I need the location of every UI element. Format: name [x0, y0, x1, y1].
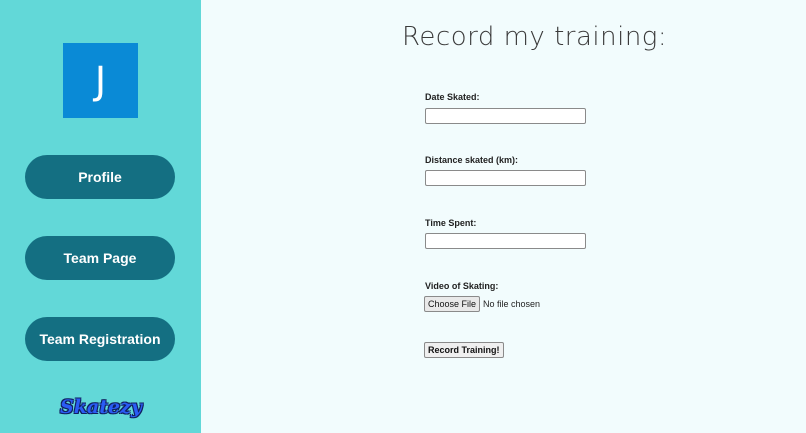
choose-file-button[interactable]: Choose File — [424, 296, 481, 312]
time-spent-label: Time Spent: — [425, 218, 477, 228]
date-skated-input[interactable] — [425, 108, 586, 124]
app-window: J Profile Team Page Team Registration Sk… — [0, 0, 806, 433]
record-training-button[interactable]: Record Training! — [424, 342, 504, 358]
page-title: Record my training: — [402, 22, 668, 52]
avatar[interactable]: J — [63, 43, 138, 118]
app-logo[interactable]: Skatezy — [60, 396, 142, 418]
sidebar: J Profile Team Page Team Registration Sk… — [0, 0, 201, 433]
video-of-skating-label: Video of Skating: — [425, 281, 499, 291]
time-spent-input[interactable] — [425, 233, 586, 249]
date-skated-label: Date Skated: — [425, 92, 480, 102]
team-registration-button[interactable]: Team Registration — [25, 317, 175, 361]
distance-skated-input[interactable] — [425, 170, 586, 186]
file-status-text: No file chosen — [483, 299, 541, 309]
file-upload-field: Choose File No file chosen — [424, 296, 540, 312]
distance-skated-label: Distance skated (km): — [425, 155, 519, 165]
team-page-button[interactable]: Team Page — [25, 236, 175, 280]
profile-button[interactable]: Profile — [25, 155, 175, 199]
